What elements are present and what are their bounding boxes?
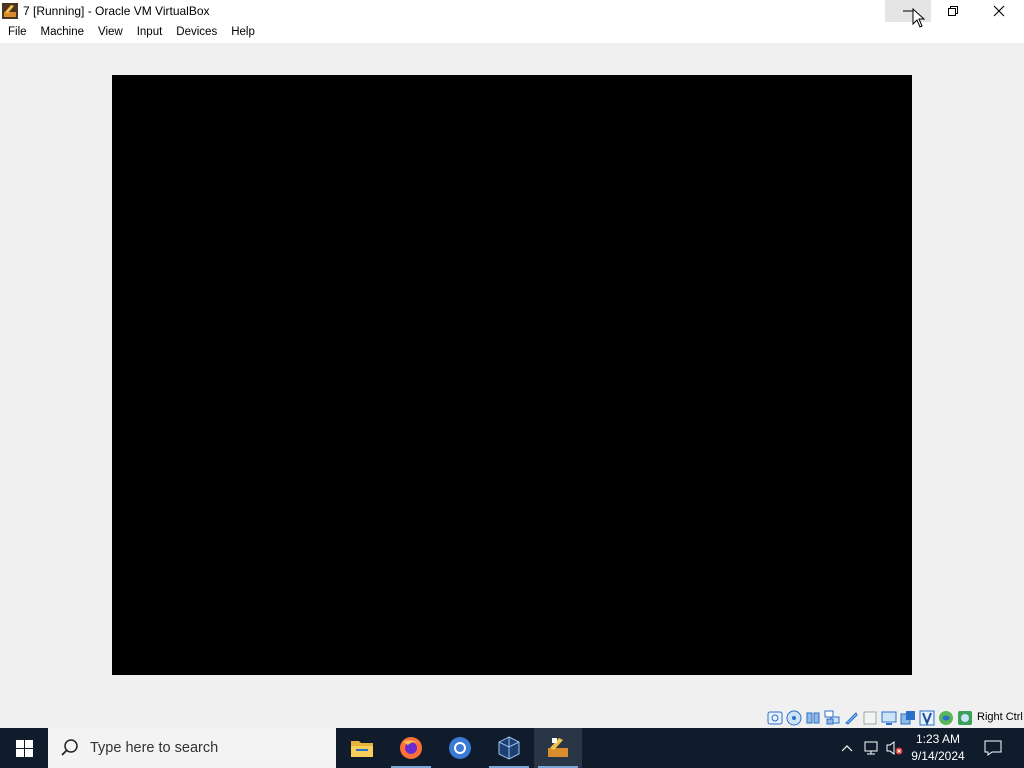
network-tray-icon xyxy=(864,741,878,755)
taskbar-chrome[interactable] xyxy=(436,728,484,768)
display-icon[interactable] xyxy=(881,710,897,726)
hard-disk-icon[interactable] xyxy=(767,710,783,726)
action-center-button[interactable] xyxy=(978,728,1008,768)
title-bar: 7 [Running] - Oracle VM VirtualBox xyxy=(0,0,1024,22)
clock-date: 9/14/2024 xyxy=(911,749,965,763)
taskbar-file-explorer[interactable] xyxy=(338,728,386,768)
virtualbox-vm-icon xyxy=(548,738,568,757)
usb-icon[interactable] xyxy=(843,710,859,726)
mouse-cursor-icon xyxy=(912,8,926,28)
volume-tray-button[interactable] xyxy=(884,728,906,768)
menu-devices[interactable]: Devices xyxy=(169,22,224,43)
window-title: 7 [Running] - Oracle VM VirtualBox xyxy=(23,4,210,18)
menu-view[interactable]: View xyxy=(91,22,130,43)
volume-muted-icon xyxy=(886,741,903,755)
guest-additions-icon[interactable] xyxy=(957,710,973,726)
recording-icon[interactable] xyxy=(900,710,916,726)
notification-icon xyxy=(984,740,1002,756)
network-icon[interactable] xyxy=(824,710,840,726)
menu-input[interactable]: Input xyxy=(130,22,170,43)
host-key-label: Right Ctrl xyxy=(977,711,1023,723)
vm-screen[interactable] xyxy=(112,75,912,675)
menu-bar: File Machine View Input Devices Help xyxy=(0,22,1024,43)
show-hidden-icons-button[interactable] xyxy=(838,728,856,768)
menu-machine[interactable]: Machine xyxy=(34,22,91,43)
mouse-integration-icon[interactable] xyxy=(919,710,935,726)
audio-icon[interactable] xyxy=(805,710,821,726)
status-bar: Right Ctrl xyxy=(0,707,1024,728)
restore-button[interactable] xyxy=(930,0,976,22)
start-button[interactable] xyxy=(0,728,48,768)
network-tray-button[interactable] xyxy=(860,728,882,768)
close-button[interactable] xyxy=(976,0,1022,22)
optical-drive-icon[interactable] xyxy=(786,710,802,726)
shared-folder-icon[interactable] xyxy=(862,710,878,726)
search-input[interactable] xyxy=(88,739,312,757)
menu-file[interactable]: File xyxy=(0,22,34,43)
windows-logo-icon xyxy=(15,739,33,757)
restore-icon xyxy=(948,6,958,16)
taskbar-search[interactable] xyxy=(48,728,336,768)
taskbar: 1:23 AM 9/14/2024 xyxy=(0,728,1024,768)
file-explorer-icon xyxy=(351,741,373,757)
clock-time: 1:23 AM xyxy=(915,732,961,746)
taskbar-firefox[interactable] xyxy=(387,728,435,768)
firefox-icon xyxy=(400,737,422,759)
chevron-up-icon xyxy=(841,745,853,752)
chrome-icon xyxy=(449,737,471,759)
taskbar-virtualbox-vm[interactable] xyxy=(534,728,582,768)
virtualbox-manager-icon xyxy=(498,736,520,760)
menu-help[interactable]: Help xyxy=(224,22,262,43)
taskbar-clock[interactable]: 1:23 AM 9/14/2024 xyxy=(905,728,971,768)
capture-icon[interactable] xyxy=(938,710,954,726)
virtualbox-app-icon[interactable] xyxy=(2,3,18,19)
search-icon xyxy=(61,739,78,756)
close-icon xyxy=(993,5,1005,17)
taskbar-virtualbox-manager[interactable] xyxy=(485,728,533,768)
